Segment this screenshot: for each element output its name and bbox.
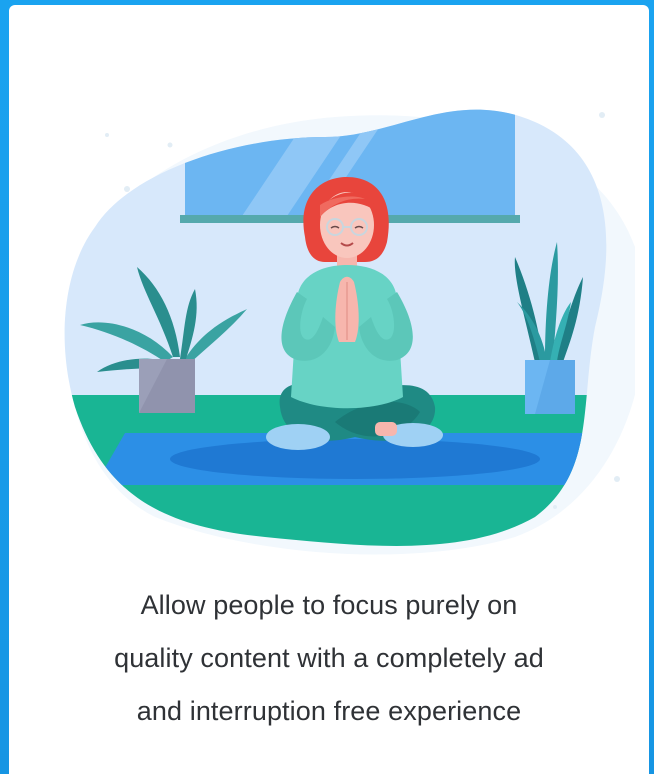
meditating-woman-illustration	[64, 109, 635, 555]
caption-line-2: quality content with a completely ad	[114, 643, 544, 673]
feature-card: Allow people to focus purely on quality …	[9, 5, 649, 774]
caption-line-3: and interruption free experience	[136, 696, 522, 726]
caption-line-1: Allow people to focus purely on	[140, 590, 518, 620]
sparkle-dot	[105, 133, 109, 137]
left-foot	[266, 424, 330, 450]
sparkle-dot	[599, 112, 605, 118]
sparkle-dot	[553, 505, 557, 509]
sparkle-dot	[614, 476, 620, 482]
mat-shadow	[170, 439, 540, 479]
sparkle-dot	[124, 186, 130, 192]
page-background: Allow people to focus purely on quality …	[0, 0, 654, 774]
feature-description: Allow people to focus purely on quality …	[9, 579, 649, 738]
sparkle-dot	[167, 142, 173, 148]
